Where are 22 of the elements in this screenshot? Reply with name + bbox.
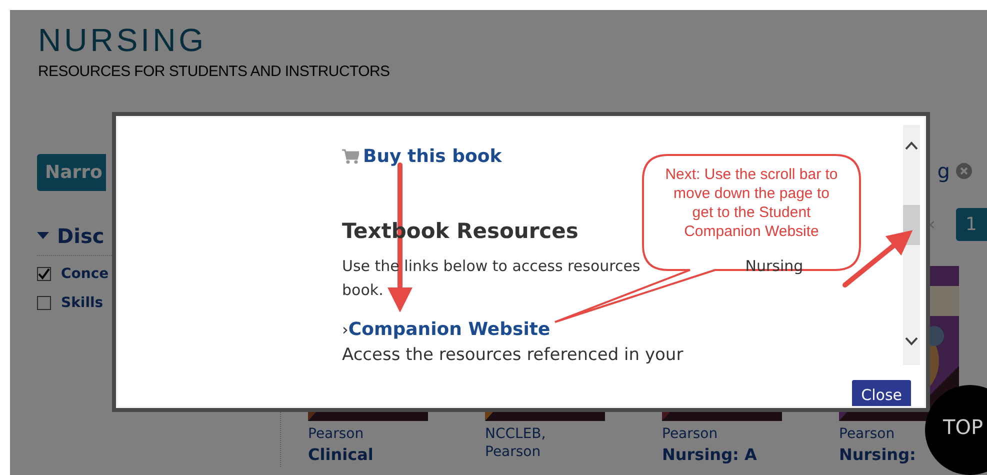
filter-chip-label: g <box>937 158 950 184</box>
buy-book-link[interactable]: Buy this book <box>363 143 502 170</box>
page-number[interactable]: 1 <box>956 208 987 240</box>
book-title[interactable]: Nursing: <box>839 442 916 467</box>
site-subtitle: RESOURCES FOR STUDENTS AND INSTRUCTORS <box>38 62 391 82</box>
close-button[interactable]: Close <box>852 380 911 406</box>
filter-label: Conce <box>61 264 109 284</box>
link-description: Access the resources referenced in your <box>342 344 684 364</box>
narrow-tab[interactable]: Narro <box>37 154 106 190</box>
top-button[interactable]: TOP <box>925 385 987 475</box>
callout-text: Next: Use the scroll bar to move down the page to get to the Student Companion Website <box>664 165 839 241</box>
book-title[interactable]: Nursing: A <box>662 442 757 467</box>
filter-label: Skills <box>61 294 104 312</box>
publisher-name: NCCLEB, Pearson <box>485 424 547 461</box>
site-title: NURSING <box>38 24 208 56</box>
intro-text: book. <box>342 280 384 298</box>
book-title[interactable]: Clinical <box>308 442 374 467</box>
companion-website-link[interactable]: Companion Website <box>348 318 550 340</box>
publisher-name: Pearson <box>662 424 719 443</box>
chevron-icon: › <box>342 320 348 338</box>
section-heading[interactable]: Disc <box>57 220 104 250</box>
publisher-name: Pearson <box>308 424 365 443</box>
